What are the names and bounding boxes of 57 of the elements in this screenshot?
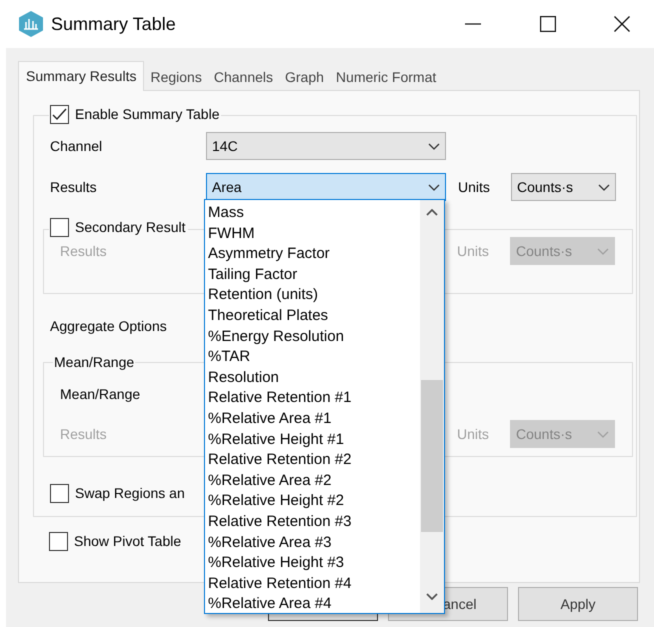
field-label: Results [50, 178, 98, 196]
list-item[interactable]: Tailing Factor [205, 264, 420, 286]
list-item[interactable]: Relative Retention #2 [205, 450, 420, 471]
checkbox[interactable] [50, 105, 69, 124]
tab[interactable]: Regions [144, 64, 208, 90]
button[interactable]: Apply [518, 587, 638, 621]
units-dropdown[interactable]: Counts·s [511, 173, 616, 201]
chevron-down-icon [428, 142, 440, 150]
chevron-up-icon[interactable] [426, 209, 438, 216]
scrollbar-thumb[interactable] [421, 380, 443, 532]
list-item[interactable]: %Relative Height #1 [205, 430, 420, 450]
list-item[interactable]: %Relative Height #2 [205, 491, 420, 512]
section-label: Aggregate Options [50, 316, 167, 336]
list-item[interactable]: Resolution [205, 368, 420, 388]
list-item[interactable]: %Relative Area #3 [205, 532, 420, 554]
list-item[interactable]: Asymmetry Factor [205, 244, 420, 265]
chevron-down-icon [428, 184, 440, 190]
list-item[interactable]: Mass [205, 203, 420, 224]
field-label: Results [60, 424, 108, 444]
channel-dropdown[interactable]: 14C [206, 132, 446, 160]
tab[interactable]: Summary Results [18, 61, 144, 91]
list-item[interactable]: %Relative Height #3 [205, 553, 420, 574]
close-icon[interactable] [614, 16, 630, 32]
checkbox-label: Swap Regions an [75, 484, 185, 503]
field-label: Mean/Range [60, 384, 140, 404]
list-item[interactable]: Theoretical Plates [205, 306, 420, 327]
window-title: Summary Table [51, 12, 176, 36]
checkbox[interactable] [49, 532, 68, 551]
scrollbar[interactable] [420, 200, 444, 613]
chevron-down-icon [597, 430, 609, 438]
units-label: Units [457, 242, 490, 260]
field-label: Results [60, 242, 108, 260]
checkbox-label: Enable Summary Table [75, 105, 220, 124]
minimize-icon[interactable] [465, 23, 481, 25]
app-icon [18, 10, 44, 38]
checkbox-label: Show Pivot Table [74, 532, 182, 551]
chevron-down-icon[interactable] [426, 593, 438, 600]
chevron-down-icon [598, 184, 610, 190]
chevron-down-icon [597, 248, 609, 254]
maximize-icon[interactable] [540, 16, 556, 32]
tab[interactable]: Numeric Format [330, 64, 442, 90]
checkbox[interactable] [50, 484, 69, 503]
list-item[interactable]: Relative Retention #1 [205, 388, 420, 409]
tab[interactable]: Graph [279, 64, 330, 90]
list-item[interactable]: %Relative Area #1 [205, 408, 420, 430]
field-label: Channel [50, 136, 104, 156]
list-item[interactable]: %Energy Resolution [205, 326, 420, 348]
tab[interactable]: Channels [208, 64, 279, 90]
list-item[interactable]: Relative Retention #3 [205, 512, 420, 532]
list-item[interactable]: %TAR [205, 347, 420, 368]
list-item[interactable]: Retention (units) [205, 285, 420, 306]
checkbox-label: Secondary Result [75, 218, 186, 237]
list-item[interactable]: %Relative Area #2 [205, 470, 420, 492]
list-item[interactable]: FWHM [205, 224, 420, 244]
results-dropdown[interactable]: Area [206, 173, 446, 201]
units-label: Units [457, 424, 490, 444]
units-label: Units [458, 178, 491, 196]
